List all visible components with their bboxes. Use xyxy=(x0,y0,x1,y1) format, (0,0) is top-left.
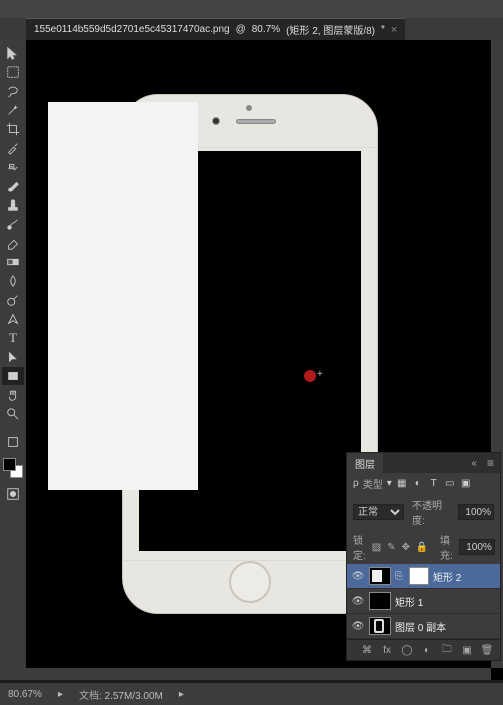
layer-group-icon[interactable]: 🗀 xyxy=(440,643,454,657)
crop-tool-icon[interactable] xyxy=(2,120,24,138)
status-zoom[interactable]: 80.67% xyxy=(8,689,42,700)
heal-tool-icon[interactable] xyxy=(2,158,24,176)
layer-fx-icon[interactable]: fx xyxy=(380,643,394,657)
panel-tab-bar: 图层 « ≡ xyxy=(347,453,500,473)
filter-pixel-icon[interactable]: ▦ xyxy=(396,478,408,490)
kind-label: 类型 xyxy=(363,476,383,491)
blur-tool-icon[interactable] xyxy=(2,272,24,290)
stamp-tool-icon[interactable] xyxy=(2,196,24,214)
layer-mask-icon[interactable]: ◯ xyxy=(400,643,414,657)
eraser-tool-icon[interactable] xyxy=(2,234,24,252)
visibility-icon[interactable]: 👁 xyxy=(351,596,365,607)
marquee-tool-icon[interactable] xyxy=(2,63,24,81)
layer-mask-thumbnail[interactable] xyxy=(409,567,429,585)
doc-size-value: 2.57M/3.00M xyxy=(105,691,163,702)
app-menu-bar xyxy=(0,0,503,18)
document-tab-bar: 155e0114b559d5d2701e5c45317470ac.png @ 8… xyxy=(0,18,503,40)
lock-fill-row: 锁定: ▨ ✎ ✥ 🔒 填充: xyxy=(347,530,500,564)
layer-name[interactable]: 矩形 2 xyxy=(433,569,461,584)
chevron-right-icon[interactable]: ▸ xyxy=(179,689,184,700)
gradient-tool-icon[interactable] xyxy=(2,253,24,271)
opacity-label: 不透明度: xyxy=(412,497,454,527)
quick-mask-icon[interactable] xyxy=(2,485,24,503)
phone-camera xyxy=(212,117,220,125)
filter-adjust-icon[interactable]: ◐ xyxy=(412,478,424,490)
tab-modified: * xyxy=(381,24,385,35)
tab-zoom: 80.7% xyxy=(252,24,280,35)
zoom-tool-icon[interactable] xyxy=(2,405,24,423)
rectangle-shape-tool-icon[interactable] xyxy=(2,367,24,385)
visibility-icon[interactable]: 👁 xyxy=(351,621,365,632)
tab-at: @ xyxy=(236,24,246,35)
visibility-icon[interactable]: 👁 xyxy=(351,571,365,582)
edit-mode-icon[interactable] xyxy=(2,433,24,451)
lock-transparent-icon[interactable]: ▨ xyxy=(372,541,381,553)
layer-list: 👁 ⎘ 矩形 2 👁 矩形 1 👁 图层 0 副本 xyxy=(347,564,500,639)
filter-shape-icon[interactable]: ▭ xyxy=(444,478,456,490)
layers-panel: 图层 « ≡ ρ 类型 ▾ ▦ ◐ T ▭ ▣ 正常 不透明度: 锁定: ▨ ✎… xyxy=(346,452,501,661)
blend-mode-select[interactable]: 正常 xyxy=(353,504,404,520)
chevron-right-icon[interactable]: ▸ xyxy=(58,689,63,700)
color-swatches[interactable] xyxy=(3,458,23,478)
layer-thumbnail[interactable] xyxy=(369,617,391,635)
horizontal-scrollbar[interactable] xyxy=(26,668,491,680)
tab-filename: 155e0114b559d5d2701e5c45317470ac.png xyxy=(34,24,230,35)
opacity-input[interactable] xyxy=(458,504,494,520)
fill-label: 填充: xyxy=(440,532,453,562)
lock-label: 锁定: xyxy=(353,532,366,562)
brush-tool-icon[interactable] xyxy=(2,177,24,195)
link-layers-icon[interactable]: ⌘ xyxy=(360,643,374,657)
wand-tool-icon[interactable] xyxy=(2,101,24,119)
layers-tab[interactable]: 图层 xyxy=(347,453,383,474)
type-tool-icon[interactable]: T xyxy=(2,329,24,347)
status-bar: 80.67% ▸ 文档: 2.57M/3.00M ▸ xyxy=(0,683,503,705)
close-icon[interactable]: × xyxy=(391,24,397,36)
lasso-tool-icon[interactable] xyxy=(2,82,24,100)
layer-thumbnail[interactable] xyxy=(369,592,391,610)
phone-home-button xyxy=(229,561,271,603)
layer-row[interactable]: 👁 矩形 1 xyxy=(347,589,500,614)
lock-pixel-icon[interactable]: ✎ xyxy=(387,541,395,553)
tab-context: (矩形 2, 图层蒙版/8) xyxy=(286,22,375,37)
layer-name[interactable]: 图层 0 副本 xyxy=(395,619,446,634)
layers-panel-footer: ⌘ fx ◯ ◐ 🗀 ▣ 🗑 xyxy=(347,639,500,660)
filter-smart-icon[interactable]: ▣ xyxy=(460,478,472,490)
panel-menu-icon[interactable]: ≡ xyxy=(481,456,500,470)
phone-sensor xyxy=(246,105,252,111)
phone-speaker xyxy=(236,119,276,124)
shape-rectangle-2 xyxy=(48,102,198,490)
history-brush-tool-icon[interactable] xyxy=(2,215,24,233)
new-layer-icon[interactable]: ▣ xyxy=(460,643,474,657)
layer-row[interactable]: 👁 ⎘ 矩形 2 xyxy=(347,564,500,589)
lock-all-icon[interactable]: 🔒 xyxy=(416,541,428,553)
adjustment-layer-icon[interactable]: ◐ xyxy=(420,643,434,657)
eyedropper-tool-icon[interactable] xyxy=(2,139,24,157)
layer-row[interactable]: 👁 图层 0 副本 xyxy=(347,614,500,639)
dodge-tool-icon[interactable] xyxy=(2,291,24,309)
foreground-color[interactable] xyxy=(3,458,16,471)
filter-type-icon[interactable]: T xyxy=(428,478,440,490)
pen-tool-icon[interactable] xyxy=(2,310,24,328)
blend-opacity-row: 正常 不透明度: xyxy=(347,494,500,530)
chevron-down-icon[interactable]: ▾ xyxy=(387,478,392,489)
tool-palette: T xyxy=(0,40,26,680)
layer-name[interactable]: 矩形 1 xyxy=(395,594,423,609)
layer-thumbnail[interactable] xyxy=(369,567,391,585)
hand-tool-icon[interactable] xyxy=(2,386,24,404)
lock-position-icon[interactable]: ✥ xyxy=(402,541,410,553)
cursor-indicator xyxy=(304,370,316,382)
doc-size-label: 文档: xyxy=(79,691,102,702)
panel-collapse-icon[interactable]: « xyxy=(467,458,481,469)
path-select-tool-icon[interactable] xyxy=(2,348,24,366)
layer-filter-row: ρ 类型 ▾ ▦ ◐ T ▭ ▣ xyxy=(347,473,500,494)
fill-input[interactable] xyxy=(459,539,495,555)
delete-layer-icon[interactable]: 🗑 xyxy=(480,643,494,657)
move-tool-icon[interactable] xyxy=(2,44,24,62)
document-tab[interactable]: 155e0114b559d5d2701e5c45317470ac.png @ 8… xyxy=(26,18,405,40)
